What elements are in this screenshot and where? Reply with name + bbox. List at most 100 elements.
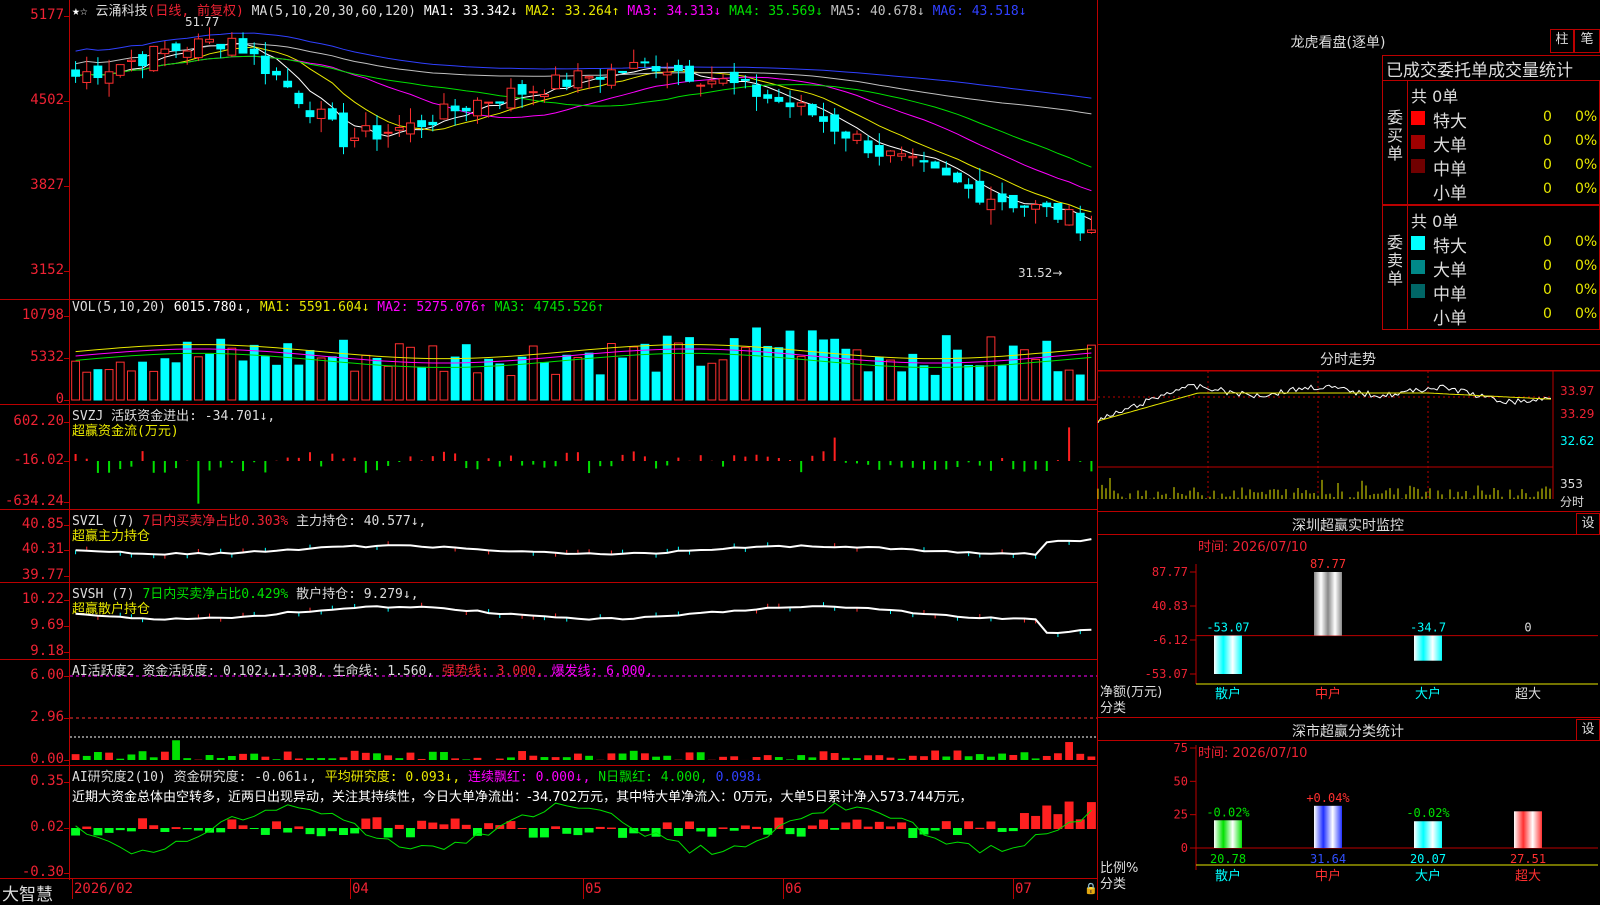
bar-view-button[interactable]: 柱: [1550, 29, 1574, 53]
candle: [1054, 204, 1062, 220]
activity-bar: [127, 754, 135, 760]
candle: [116, 65, 124, 76]
activity-bar: [351, 751, 359, 760]
monitor-settings-button[interactable]: 设: [1576, 513, 1600, 535]
research-bar: [640, 828, 649, 831]
research-bar: [808, 825, 817, 829]
candlestick-chart[interactable]: [70, 0, 1097, 299]
y-tick: 0.35: [0, 773, 64, 789]
monitor-bar-chart[interactable]: 87.7740.83-6.12-53.07-53.07散户87.77中户-34.…: [1098, 534, 1600, 714]
candle: [273, 71, 281, 74]
stats-title: 已成交委托单成交量统计: [1382, 55, 1600, 80]
research-bar: [317, 828, 326, 836]
candle: [753, 85, 761, 96]
activity-bar: [1054, 753, 1062, 760]
volume-bar: [719, 360, 727, 400]
y-tick: 5332: [0, 349, 64, 365]
activity-bar: [552, 757, 560, 760]
candle: [206, 39, 214, 42]
candle: [652, 67, 660, 71]
row-name: 大单: [1433, 256, 1467, 281]
class-bar: [1214, 820, 1242, 848]
candle: [820, 117, 828, 122]
date-label: 04: [352, 881, 369, 897]
ai-research-chart[interactable]: [70, 766, 1097, 878]
activity-bar: [94, 752, 102, 760]
low-mark: 31.52→: [1018, 266, 1062, 280]
volume-bar: [652, 372, 660, 400]
date-label: 2026/02: [74, 881, 133, 897]
candle: [239, 39, 247, 53]
candle: [295, 93, 303, 103]
activity-bar: [697, 752, 705, 760]
volume-chart[interactable]: [70, 300, 1097, 404]
class-change-label: -0.02%: [1406, 806, 1450, 820]
volume-bar: [686, 338, 694, 400]
activity-bar: [250, 754, 258, 760]
volume-bar: [273, 365, 281, 400]
research-bar: [462, 825, 471, 829]
volume-bar: [194, 357, 202, 400]
class-bar: [1514, 811, 1542, 848]
candle: [139, 55, 147, 66]
class-y-tick: 50: [1174, 774, 1188, 788]
class-bar-chart[interactable]: 7550250-0.02%20.78散户+0.04%31.64中户-0.02%2…: [1098, 740, 1600, 900]
research-bar: [227, 819, 236, 829]
class-settings-button[interactable]: 设: [1576, 719, 1600, 741]
main-chart-area[interactable]: ★☆ 云涌科技(日线, 前复权) MA(5,10,20,30,60,120) M…: [0, 0, 1098, 900]
volume-bar: [764, 346, 772, 400]
date-label: 07: [1015, 881, 1032, 897]
volume-bar: [853, 350, 861, 400]
row-swatch: [1411, 236, 1425, 250]
volume-bar: [730, 339, 738, 400]
candle: [362, 126, 370, 131]
candle: [451, 106, 459, 111]
intraday-vol: 353: [1560, 477, 1583, 491]
monitor-category: 超大: [1515, 687, 1541, 702]
volume-bar: [1021, 350, 1029, 400]
date-tick: [1013, 879, 1014, 899]
volume-bar: [541, 363, 549, 400]
candle: [596, 77, 604, 79]
y-tick: -0.30: [0, 864, 64, 880]
retail-holding-chart[interactable]: [70, 583, 1097, 659]
research-bar: [529, 828, 538, 838]
sell-label: 委卖单: [1387, 234, 1405, 288]
research-bar: [283, 828, 292, 833]
candle: [384, 132, 392, 133]
volume-bar: [954, 350, 962, 400]
main-holding-chart[interactable]: [70, 510, 1097, 582]
y-tick: -16.02: [0, 452, 64, 468]
class-category: 超大: [1515, 869, 1541, 884]
right-panel: 龙虎看盘(逐单) 柱 笔 已成交委托单成交量统计 委买单 共 0单 特大00%大…: [1098, 0, 1600, 900]
candle: [585, 77, 593, 78]
research-bar: [696, 828, 705, 831]
candle: [429, 122, 437, 124]
ai-active-chart[interactable]: [70, 660, 1097, 765]
research-bar: [629, 828, 638, 833]
volume-bar: [340, 340, 348, 400]
tick-view-button[interactable]: 笔: [1574, 29, 1600, 53]
candle: [72, 70, 80, 76]
activity-bar: [663, 756, 671, 760]
activity-bar: [362, 753, 370, 760]
research-bar: [428, 823, 437, 829]
candle: [730, 72, 738, 82]
intraday-chart[interactable]: [1098, 371, 1600, 511]
intraday-tick: 32.62: [1560, 434, 1594, 448]
research-bar: [350, 828, 359, 833]
volume-bar: [797, 356, 805, 400]
row-swatch: [1411, 159, 1425, 173]
research-bar: [183, 828, 192, 829]
volume-bar: [585, 353, 593, 400]
lock-icon[interactable]: 🔒: [1084, 882, 1098, 895]
research-bar: [1053, 814, 1062, 829]
candle: [641, 62, 649, 63]
research-bar: [551, 826, 560, 829]
activity-bar: [920, 756, 928, 760]
candle: [161, 49, 169, 54]
row-name: 特大: [1433, 232, 1467, 257]
activity-bar: [317, 758, 325, 760]
volume-bar: [898, 372, 906, 400]
money-flow-chart[interactable]: [70, 405, 1097, 509]
